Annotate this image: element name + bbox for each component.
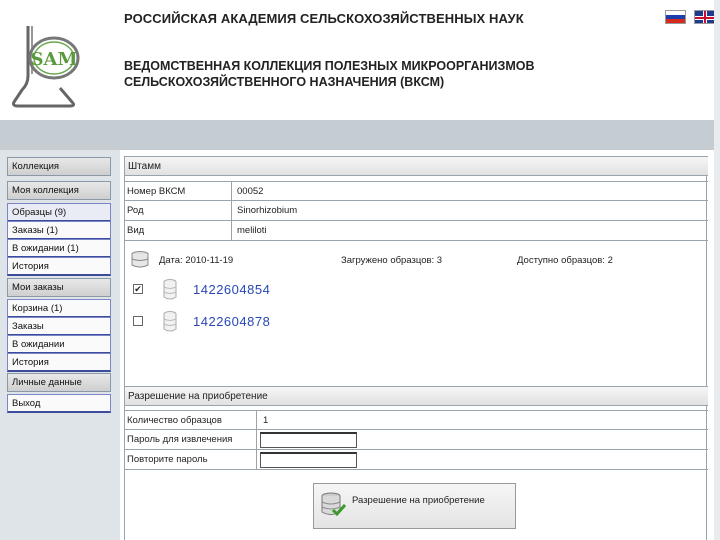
sidebar-item-pending[interactable]: В ожидании: [7, 335, 111, 354]
available-count: Доступно образцов: 2: [517, 255, 613, 266]
sidebar-item-samples[interactable]: Образцы (9): [7, 203, 111, 222]
sidebar-item-collection[interactable]: Коллекция: [7, 157, 111, 176]
permission-section-title: Разрешение на приобретение: [125, 386, 708, 406]
count-label: Количество образцов: [127, 415, 222, 426]
sample-checkbox[interactable]: ✔: [133, 284, 143, 294]
sample-id[interactable]: 1422604854: [193, 282, 270, 297]
sidebar-item-personal-data[interactable]: Личные данные: [7, 373, 111, 392]
strain-label: Вид: [127, 225, 145, 236]
list-item[interactable]: ✔ 1422604854: [133, 279, 433, 301]
sidebar-item-collection-orders[interactable]: Заказы (1): [7, 221, 111, 240]
strain-row-number: Номер ВКСМ 00052: [125, 181, 708, 202]
count-value: 1: [263, 415, 269, 426]
permission-button-label: Разрешение на приобретение: [352, 495, 485, 506]
database-check-icon: [321, 492, 346, 517]
strain-row-genus: Род Sinorhizobium: [125, 201, 708, 221]
sidebar-item-my-collection[interactable]: Моя коллекция: [7, 181, 111, 200]
sidebar-item-logout[interactable]: Выход: [7, 394, 111, 413]
collection-title: ВЕДОМСТВЕННАЯ КОЛЛЕКЦИЯ ПОЛЕЗНЫХ МИКРООР…: [124, 58, 535, 90]
loaded-count: Загружено образцов: 3: [341, 255, 443, 266]
collection-title-line1: ВЕДОМСТВЕННАЯ КОЛЛЕКЦИЯ ПОЛЕЗНЫХ МИКРООР…: [124, 59, 535, 73]
strain-row-species: Вид meliloti: [125, 221, 708, 241]
permission-button[interactable]: Разрешение на приобретение: [313, 483, 516, 529]
uk-flag-icon[interactable]: [694, 10, 715, 24]
sidebar-item-history[interactable]: История: [7, 353, 111, 372]
sample-checkbox[interactable]: [133, 316, 143, 326]
date-label: Дата: 2010-11-19: [159, 255, 234, 266]
database-icon: [131, 251, 149, 268]
list-item[interactable]: 1422604878: [133, 311, 433, 333]
strain-section-title: Штамм: [125, 156, 708, 176]
strain-label: Номер ВКСМ: [127, 186, 186, 197]
repeat-password-input[interactable]: [260, 452, 357, 468]
strain-value: meliloti: [237, 225, 267, 236]
sidebar-item-collection-pending[interactable]: В ожидании (1): [7, 239, 111, 258]
strain-info-line: Дата: 2010-11-19 Загружено образцов: 3 Д…: [125, 249, 708, 271]
repeat-password-row: Повторите пароль: [125, 450, 708, 470]
strain-label: Род: [127, 205, 144, 216]
strain-value: Sinorhizobium: [237, 205, 298, 216]
cylinder-icon: [163, 279, 177, 300]
russian-flag-icon[interactable]: [665, 10, 686, 24]
logo-text: SAM: [31, 49, 78, 70]
password-row: Пароль для извлечения: [125, 430, 708, 450]
sidebar-item-my-orders[interactable]: Мои заказы: [7, 278, 111, 297]
main-panel: Штамм Номер ВКСМ 00052 Род Sinorhizobium…: [124, 156, 708, 540]
count-row: Количество образцов 1: [125, 410, 708, 431]
sidebar: Коллекция Моя коллекция Образцы (9) Зака…: [0, 150, 120, 540]
page-header: SAM РОССИЙСКАЯ АКАДЕМИЯ СЕЛЬСКОХОЗЯЙСТВЕ…: [0, 0, 720, 120]
org-title: РОССИЙСКАЯ АКАДЕМИЯ СЕЛЬСКОХОЗЯЙСТВЕННЫХ…: [124, 11, 524, 26]
cylinder-icon: [163, 311, 177, 332]
sidebar-item-cart[interactable]: Корзина (1): [7, 299, 111, 318]
sample-id[interactable]: 1422604878: [193, 314, 270, 329]
strain-value: 00052: [237, 186, 264, 197]
scrollbar-track: [714, 0, 720, 540]
sam-logo: SAM: [10, 18, 106, 114]
collection-title-line2: СЕЛЬСКОХОЗЯЙСТВЕННОГО НАЗНАЧЕНИЯ (ВКСМ): [124, 75, 445, 89]
repeat-password-label: Повторите пароль: [127, 454, 208, 465]
sidebar-item-collection-history[interactable]: История: [7, 257, 111, 276]
password-label: Пароль для извлечения: [127, 434, 233, 445]
sidebar-item-orders[interactable]: Заказы: [7, 317, 111, 336]
password-input[interactable]: [260, 432, 357, 448]
header-band: [0, 120, 714, 150]
